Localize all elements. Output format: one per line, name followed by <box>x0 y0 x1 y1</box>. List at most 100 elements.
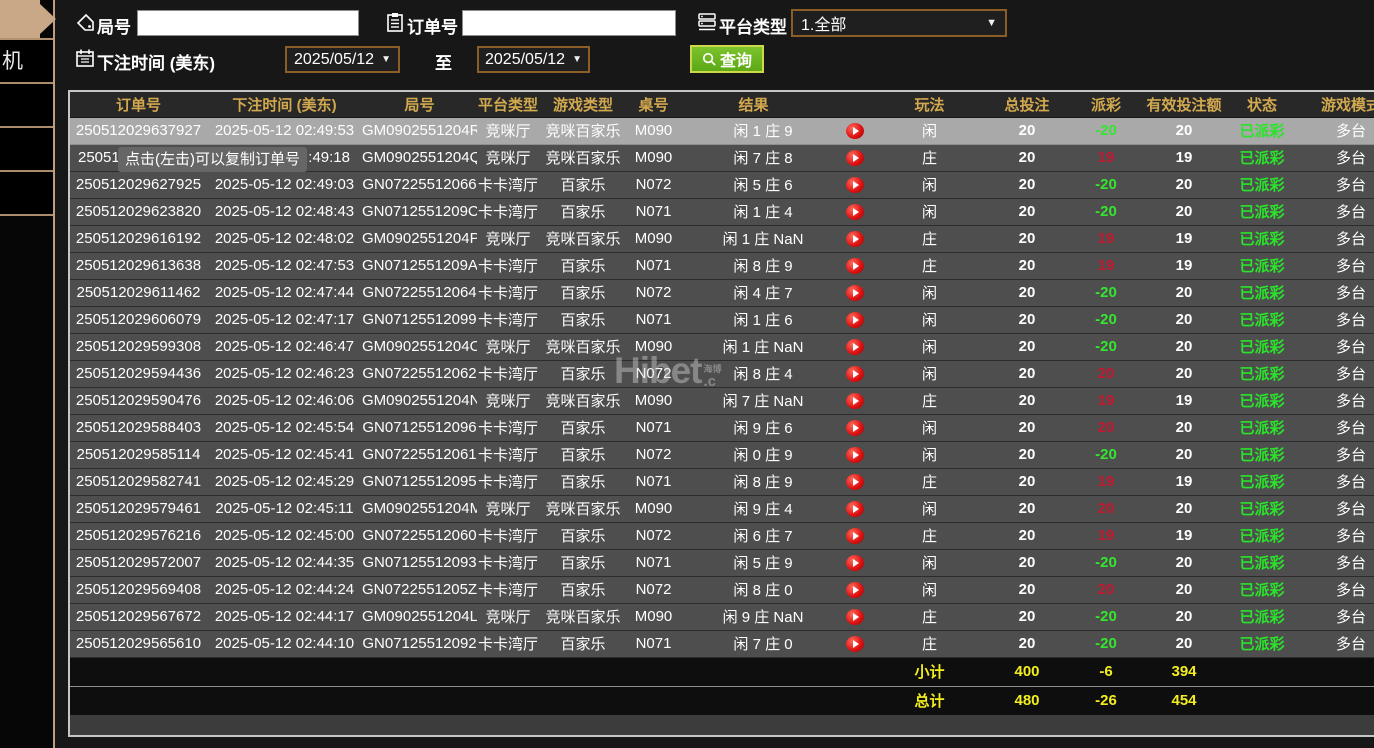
cell-order-no[interactable]: 250512029572007 <box>70 549 207 576</box>
table-row[interactable]: 250512029569408 2025-05-12 02:44:24 GN07… <box>70 576 1374 603</box>
cell-platform: 卡卡湾厅 <box>477 522 539 549</box>
replay-play-icon[interactable] <box>846 501 864 517</box>
sidebar-item-2[interactable] <box>0 84 53 128</box>
table-row[interactable]: 250512029576216 2025-05-12 02:45:00 GN07… <box>70 522 1374 549</box>
replay-play-icon[interactable] <box>846 312 864 328</box>
cell-status: 已派彩 <box>1233 333 1291 360</box>
cell-order-no[interactable]: 250512029579461 <box>70 495 207 522</box>
cell-order-no[interactable]: 250512029594436 <box>70 360 207 387</box>
cell-valid-bet: 20 <box>1135 549 1233 576</box>
replay-play-icon[interactable] <box>846 258 864 274</box>
cell-order-no[interactable]: 250512029585114 <box>70 441 207 468</box>
table-row[interactable]: 250512029590476 2025-05-12 02:46:06 GM09… <box>70 387 1374 414</box>
cell-result: 闲 1 庄 9 <box>680 117 882 144</box>
date-from-picker[interactable]: 2025/05/12 ▼ <box>285 46 400 73</box>
replay-play-icon[interactable] <box>846 474 864 490</box>
table-row[interactable]: 250512029582741 2025-05-12 02:45:29 GN07… <box>70 468 1374 495</box>
cell-order-no[interactable]: 250512029567672 <box>70 603 207 630</box>
sidebar-selected-tab[interactable] <box>0 0 40 38</box>
platform-type-select[interactable]: 1.全部 ▼ <box>791 9 1007 37</box>
cell-platform: 卡卡湾厅 <box>477 360 539 387</box>
table-row[interactable]: 250512029579461 2025-05-12 02:45:11 GM09… <box>70 495 1374 522</box>
table-row[interactable]: 250512029613638 2025-05-12 02:47:53 GN07… <box>70 252 1374 279</box>
cell-order-no[interactable]: 250512029623820 <box>70 198 207 225</box>
order-no-input[interactable] <box>462 10 676 36</box>
cell-order-no[interactable]: 250512029599308 <box>70 333 207 360</box>
cell-round-no: GM0902551204R <box>362 117 477 144</box>
cell-order-no[interactable]: 250512029637927 <box>70 117 207 144</box>
replay-play-icon[interactable] <box>846 447 864 463</box>
cell-valid-bet: 20 <box>1135 198 1233 225</box>
table-header-row: 订单号 下注时间 (美东) 局号 平台类型 游戏类型 桌号 结果 玩法 总投注 … <box>70 92 1374 117</box>
table-row[interactable]: 250512029616192 2025-05-12 02:48:02 GM09… <box>70 225 1374 252</box>
cell-status: 已派彩 <box>1233 279 1291 306</box>
table-row[interactable]: 250512029572007 2025-05-12 02:44:35 GN07… <box>70 549 1374 576</box>
table-row[interactable]: 250512029606079 2025-05-12 02:47:17 GN07… <box>70 306 1374 333</box>
table-row[interactable]: 250512029627925 2025-05-12 02:49:03 GN07… <box>70 171 1374 198</box>
replay-play-icon[interactable] <box>846 609 864 625</box>
table-row[interactable]: 250512029637927 2025-05-12 02:49:53 GM09… <box>70 117 1374 144</box>
replay-play-icon[interactable] <box>846 636 864 652</box>
cell-result: 闲 7 庄 8 <box>680 144 882 171</box>
table-row[interactable]: 250512029611462 2025-05-12 02:47:44 GN07… <box>70 279 1374 306</box>
cell-order-no[interactable]: 250512029627925 <box>70 171 207 198</box>
replay-play-icon[interactable] <box>846 123 864 139</box>
cell-round-no: GN0722551205Z <box>362 576 477 603</box>
cell-game-mode: 多台 <box>1291 333 1374 360</box>
cell-play-type: 闲 <box>882 441 977 468</box>
cell-order-no[interactable]: 250512029590476 <box>70 387 207 414</box>
cell-result: 闲 9 庄 4 <box>680 495 882 522</box>
replay-play-icon[interactable] <box>846 204 864 220</box>
replay-play-icon[interactable] <box>846 177 864 193</box>
table-row[interactable]: 250512029588403 2025-05-12 02:45:54 GN07… <box>70 414 1374 441</box>
table-row[interactable]: 250512029623820 2025-05-12 02:48:43 GN07… <box>70 198 1374 225</box>
cell-status: 已派彩 <box>1233 306 1291 333</box>
table-row[interactable]: 250512029594436 2025-05-12 02:46:23 GN07… <box>70 360 1374 387</box>
table-row[interactable]: 250512029585114 2025-05-12 02:45:41 GN07… <box>70 441 1374 468</box>
table-row[interactable]: 250512029599308 2025-05-12 02:46:47 GM09… <box>70 333 1374 360</box>
cell-game-mode: 多台 <box>1291 495 1374 522</box>
sidebar-item-3[interactable] <box>0 128 53 172</box>
query-button[interactable]: 查询 <box>690 45 764 73</box>
round-no-label: 局号 <box>97 13 131 38</box>
replay-play-icon[interactable] <box>846 366 864 382</box>
round-no-input[interactable] <box>137 10 359 36</box>
cell-order-no[interactable]: 250512029613638 <box>70 252 207 279</box>
cell-total-bet: 20 <box>977 630 1077 657</box>
cell-order-no[interactable]: 250512029569408 <box>70 576 207 603</box>
replay-play-icon[interactable] <box>846 528 864 544</box>
tag-icon <box>75 13 95 33</box>
replay-play-icon[interactable] <box>846 393 864 409</box>
cell-result: 闲 9 庄 6 <box>680 414 882 441</box>
cell-table-no: N071 <box>627 468 680 495</box>
replay-play-icon[interactable] <box>846 555 864 571</box>
replay-play-icon[interactable] <box>846 339 864 355</box>
subtotal-valid-bet: 394 <box>1135 657 1233 686</box>
replay-play-icon[interactable] <box>846 582 864 598</box>
cell-order-no[interactable]: 250512029616192 <box>70 225 207 252</box>
cell-order-no[interactable]: 250512029606079 <box>70 306 207 333</box>
cell-platform: 竞咪厅 <box>477 495 539 522</box>
cell-table-no: M090 <box>627 117 680 144</box>
cell-total-bet: 20 <box>977 468 1077 495</box>
cell-table-no: N072 <box>627 360 680 387</box>
replay-play-icon[interactable] <box>846 420 864 436</box>
cell-order-no[interactable]: 250512029611462 <box>70 279 207 306</box>
replay-play-icon[interactable] <box>846 150 864 166</box>
sidebar-item-4[interactable] <box>0 172 53 216</box>
cell-bet-time: 2025-05-12 02:44:10 <box>207 630 362 657</box>
cell-order-no[interactable]: 250512029582741 <box>70 468 207 495</box>
replay-play-icon[interactable] <box>846 285 864 301</box>
cell-order-no[interactable]: 250512029576216 <box>70 522 207 549</box>
date-to-picker[interactable]: 2025/05/12 ▼ <box>477 46 590 73</box>
cell-order-no[interactable]: 250512029588403 <box>70 414 207 441</box>
cell-status: 已派彩 <box>1233 252 1291 279</box>
replay-play-icon[interactable] <box>846 231 864 247</box>
table-row[interactable]: 250512029567672 2025-05-12 02:44:17 GM09… <box>70 603 1374 630</box>
table-row[interactable]: 250512029565610 2025-05-12 02:44:10 GN07… <box>70 630 1374 657</box>
sidebar-item-machine[interactable]: 机 <box>0 40 53 84</box>
cell-order-no[interactable]: 250512029565610 <box>70 630 207 657</box>
cell-round-no: GM0902551204N <box>362 387 477 414</box>
cell-bet-time: 2025-05-12 02:48:43 <box>207 198 362 225</box>
cell-total-bet: 20 <box>977 117 1077 144</box>
